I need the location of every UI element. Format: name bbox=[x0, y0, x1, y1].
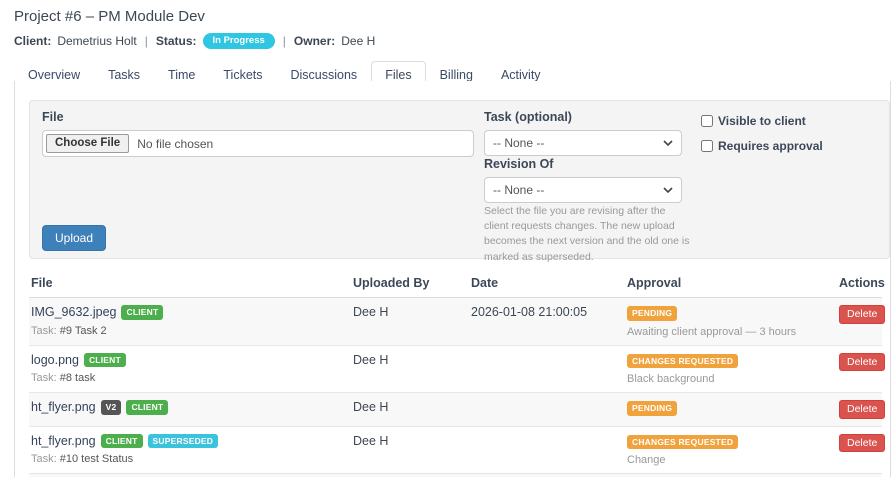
revision-select-value: -- None -- bbox=[493, 183, 544, 197]
requires-approval-option[interactable]: Requires approval bbox=[701, 139, 823, 153]
approval-badge: CHANGES REQUESTED bbox=[627, 354, 738, 369]
status-label: Status: bbox=[156, 34, 197, 48]
client-badge: CLIENT bbox=[121, 305, 163, 320]
file-field-group: File Choose File No file chosen bbox=[42, 110, 474, 157]
column-header-uploaded-by: Uploaded By bbox=[351, 269, 469, 297]
date-cell bbox=[469, 346, 625, 360]
page-title: Project #6 – PM Module Dev bbox=[14, 8, 878, 25]
client-badge: CLIENT bbox=[101, 434, 143, 449]
superseded-badge: SUPERSEDED bbox=[148, 434, 219, 449]
table-body: IMG_9632.jpegCLIENTTask: #9 Task 2Dee H2… bbox=[29, 298, 882, 477]
approval-note: Change bbox=[627, 454, 833, 466]
no-file-chosen-text: No file chosen bbox=[137, 137, 213, 151]
uploaded-by-cell: Dee H bbox=[351, 346, 469, 374]
date-cell bbox=[469, 393, 625, 407]
task-field-label: Task (optional) bbox=[484, 110, 682, 124]
chevron-down-icon bbox=[663, 185, 673, 195]
task-reference: Task: #8 task bbox=[31, 372, 347, 384]
status-badge: In Progress bbox=[203, 33, 275, 49]
column-header-approval: Approval bbox=[625, 269, 837, 297]
file-link[interactable]: ht_flyer.png bbox=[31, 434, 96, 448]
revision-field-group: Revision Of -- None -- bbox=[484, 157, 682, 203]
delete-button[interactable]: Delete bbox=[839, 434, 885, 453]
approval-badge: PENDING bbox=[627, 401, 677, 416]
file-link[interactable]: IMG_9632.jpeg bbox=[31, 305, 116, 319]
meta-separator: | bbox=[145, 34, 148, 48]
table-row: ht_flyer.png V2 CLIENT Dee H PENDING Delete bbox=[29, 393, 882, 427]
owner-value: Dee H bbox=[341, 34, 375, 48]
table-header-row: File Uploaded By Date Approval Actions bbox=[29, 269, 882, 298]
requires-approval-label: Requires approval bbox=[718, 139, 823, 153]
requires-approval-checkbox[interactable] bbox=[701, 140, 713, 152]
table-row: logo.png CLIENT Task: #8 task Dee H CHANGES … bbox=[29, 346, 882, 394]
meta-separator: | bbox=[283, 34, 286, 48]
task-reference: Task: #9 Task 2 bbox=[31, 325, 347, 337]
table-row: ht_flyer.png CLIENT SUPERSEDED Task: #10 te… bbox=[29, 427, 882, 475]
approval-note: Black background bbox=[627, 373, 833, 385]
task-reference: Task: #10 test Status bbox=[31, 453, 347, 465]
chevron-down-icon bbox=[663, 138, 673, 148]
file-field-label: File bbox=[42, 110, 474, 124]
client-label: Client: bbox=[14, 34, 51, 48]
upload-form-card: File Choose File No file chosen Task (op… bbox=[29, 100, 890, 259]
date-cell: 2026-01-08 21:00:05 bbox=[469, 298, 625, 326]
files-table: File Uploaded By Date Approval Actions I… bbox=[29, 269, 882, 477]
column-header-file: File bbox=[29, 269, 351, 297]
approval-badge: PENDING bbox=[627, 306, 677, 321]
visible-to-client-label: Visible to client bbox=[718, 114, 806, 128]
approval-note: Awaiting client approval — 3 hours bbox=[627, 326, 833, 338]
page-header: Project #6 – PM Module Dev Client: Demet… bbox=[0, 0, 892, 49]
delete-button[interactable]: Delete bbox=[839, 400, 885, 419]
task-field-group: Task (optional) -- None -- bbox=[484, 110, 682, 156]
revision-select[interactable]: -- None -- bbox=[484, 177, 682, 203]
visible-to-client-option[interactable]: Visible to client bbox=[701, 114, 823, 128]
files-tab-content: File Choose File No file chosen Task (op… bbox=[14, 81, 891, 477]
uploaded-by-cell: Dee H bbox=[351, 393, 469, 421]
uploaded-by-cell: Dee H bbox=[351, 427, 469, 455]
task-select-value: -- None -- bbox=[493, 136, 544, 150]
client-badge: CLIENT bbox=[126, 400, 168, 415]
project-page: Project #6 – PM Module Dev Client: Demet… bbox=[0, 0, 892, 477]
table-row: IMG_9632.jpeg CLIENT Task: #9 Task 2 Dee H2… bbox=[29, 298, 882, 346]
owner-label: Owner: bbox=[294, 34, 335, 48]
date-cell bbox=[469, 427, 625, 441]
version-badge: V2 bbox=[101, 400, 122, 415]
file-input[interactable]: Choose File No file chosen bbox=[42, 130, 474, 157]
uploaded-by-cell: Dee H bbox=[351, 298, 469, 326]
file-link[interactable]: logo.png bbox=[31, 353, 79, 367]
approval-badge: CHANGES REQUESTED bbox=[627, 435, 738, 450]
choose-file-button[interactable]: Choose File bbox=[46, 134, 129, 154]
client-badge: CLIENT bbox=[84, 353, 126, 368]
revision-help-text: Select the file you are revising after t… bbox=[484, 204, 691, 265]
delete-button[interactable]: Delete bbox=[839, 305, 885, 324]
client-value: Demetrius Holt bbox=[57, 34, 136, 48]
revision-field-label: Revision Of bbox=[484, 157, 682, 171]
column-header-date: Date bbox=[469, 269, 625, 297]
column-header-actions: Actions bbox=[837, 269, 889, 297]
file-link[interactable]: ht_flyer.png bbox=[31, 400, 96, 414]
upload-button[interactable]: Upload bbox=[42, 225, 106, 251]
task-select[interactable]: -- None -- bbox=[484, 130, 682, 156]
visible-to-client-checkbox[interactable] bbox=[701, 115, 713, 127]
checkbox-group: Visible to client Requires approval bbox=[701, 114, 823, 164]
delete-button[interactable]: Delete bbox=[839, 353, 885, 372]
project-meta: Client: Demetrius Holt | Status: In Prog… bbox=[14, 33, 878, 49]
